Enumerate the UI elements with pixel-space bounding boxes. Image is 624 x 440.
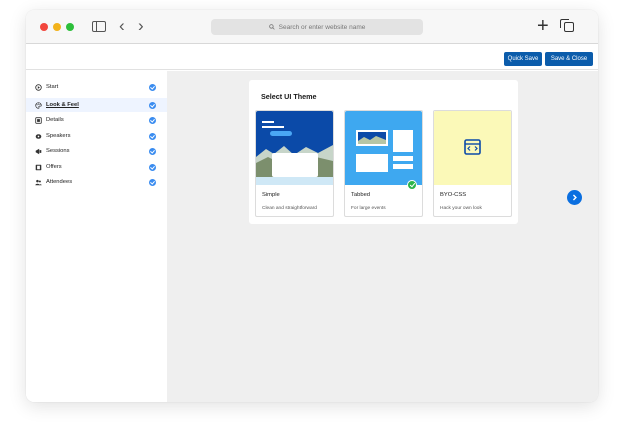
save-close-button[interactable]: Save & Close bbox=[545, 52, 593, 66]
sidebar-item-offers[interactable]: Offers bbox=[26, 160, 167, 174]
simple-theme-preview bbox=[256, 111, 333, 185]
next-step-button[interactable] bbox=[567, 190, 582, 205]
sidebar-toggle-icon[interactable] bbox=[92, 21, 106, 32]
tabbed-theme-preview bbox=[345, 111, 422, 185]
sidebar-item-details[interactable]: Details bbox=[26, 113, 167, 127]
tab-overview-icon[interactable] bbox=[560, 19, 574, 32]
browser-window: ‹ › Search or enter website name + Quick… bbox=[26, 10, 598, 402]
address-placeholder: Search or enter website name bbox=[278, 23, 366, 31]
back-arrow-icon[interactable]: ‹ bbox=[119, 17, 125, 35]
search-icon bbox=[268, 24, 275, 30]
sidebar-item-label: Sessions bbox=[46, 148, 70, 154]
theme-option-tabbed[interactable]: Tabbed For large events bbox=[344, 110, 423, 217]
sessions-icon bbox=[35, 148, 42, 154]
theme-name: Tabbed bbox=[351, 192, 371, 198]
address-bar[interactable]: Search or enter website name bbox=[211, 19, 423, 35]
sidebar-item-label: Details bbox=[46, 117, 64, 123]
completed-check-icon bbox=[149, 147, 156, 155]
completed-check-icon bbox=[149, 101, 156, 109]
sidebar-item-sessions[interactable]: Sessions bbox=[26, 144, 167, 158]
sidebar-item-speakers[interactable]: Speakers bbox=[26, 129, 167, 143]
byo-css-theme-preview bbox=[434, 111, 511, 185]
start-icon bbox=[35, 83, 42, 91]
theme-name: BYO-CSS bbox=[440, 192, 467, 198]
speakers-icon bbox=[35, 133, 42, 139]
theme-description: For large events bbox=[351, 206, 386, 211]
sidebar-item-start[interactable]: Start bbox=[26, 80, 167, 94]
wizard-sidebar: Start Look & Feel Details Speakers Sessi… bbox=[26, 71, 167, 402]
sidebar-item-attendees[interactable]: Attendees bbox=[26, 175, 167, 189]
app-header: Quick Save Save & Close bbox=[26, 46, 598, 70]
maximize-window-button[interactable] bbox=[66, 23, 74, 31]
offers-icon bbox=[35, 164, 42, 170]
sidebar-item-label: Look & Feel bbox=[46, 102, 79, 108]
details-icon bbox=[35, 116, 42, 124]
completed-check-icon bbox=[149, 163, 156, 171]
completed-check-icon bbox=[149, 83, 156, 91]
theme-description: Clean and straightforward bbox=[262, 206, 317, 211]
quick-save-button[interactable]: Quick Save bbox=[504, 52, 542, 66]
selected-check-icon bbox=[407, 180, 417, 190]
completed-check-icon bbox=[149, 132, 156, 140]
theme-option-byo-css[interactable]: BYO-CSS Hack your own look bbox=[433, 110, 512, 217]
sidebar-item-label: Attendees bbox=[46, 179, 73, 185]
theme-option-simple[interactable]: Simple Clean and straightforward bbox=[255, 110, 334, 217]
sidebar-item-label: Offers bbox=[46, 164, 62, 170]
main-content: Select UI Theme Simple Clean and straigh… bbox=[167, 71, 598, 402]
theme-name: Simple bbox=[262, 192, 280, 198]
sidebar-item-look-and-feel[interactable]: Look & Feel bbox=[26, 98, 167, 112]
new-tab-icon[interactable]: + bbox=[537, 15, 549, 37]
completed-check-icon bbox=[149, 178, 156, 186]
close-window-button[interactable] bbox=[40, 23, 48, 31]
attendees-icon bbox=[35, 179, 42, 185]
sidebar-item-label: Speakers bbox=[46, 133, 71, 139]
palette-icon bbox=[35, 101, 42, 109]
minimize-window-button[interactable] bbox=[53, 23, 61, 31]
sidebar-item-label: Start bbox=[46, 84, 59, 90]
chevron-right-icon bbox=[572, 194, 577, 201]
theme-picker-card: Select UI Theme Simple Clean and straigh… bbox=[249, 80, 518, 224]
forward-arrow-icon[interactable]: › bbox=[138, 17, 144, 35]
theme-picker-title: Select UI Theme bbox=[261, 92, 317, 101]
completed-check-icon bbox=[149, 116, 156, 124]
theme-description: Hack your own look bbox=[440, 206, 482, 211]
browser-toolbar: ‹ › Search or enter website name + bbox=[26, 10, 598, 44]
